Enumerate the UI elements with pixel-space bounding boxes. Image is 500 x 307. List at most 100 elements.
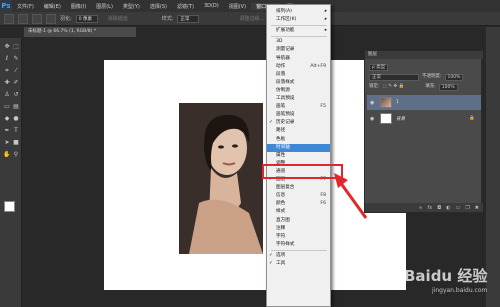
- subtract-selection-icon[interactable]: [46, 13, 56, 24]
- brush-tool-icon[interactable]: ✐: [12, 79, 20, 87]
- menu-item-window[interactable]: 排列(A) ▸: [267, 8, 330, 16]
- lock-icons[interactable]: ⬚ ✎ ✥ 🔒: [383, 83, 405, 91]
- hand-tool-icon[interactable]: ✋: [3, 151, 11, 159]
- menu-item-label: 工作区(K): [276, 17, 297, 23]
- menu-item[interactable]: 图层(L): [91, 3, 118, 10]
- lock-icon: 🔒: [469, 116, 475, 121]
- move-tool-icon[interactable]: ✥: [3, 43, 11, 51]
- link-layers-icon[interactable]: ∞: [418, 205, 422, 211]
- menu-item-window[interactable]: 信息 F8: [267, 192, 330, 200]
- new-layer-icon[interactable]: ❐: [465, 205, 469, 211]
- menu-item-window[interactable]: 历史记录 ✓: [267, 119, 330, 127]
- layers-panel-tab[interactable]: 图层: [365, 51, 483, 59]
- menu-item[interactable]: 类型(Y): [118, 3, 145, 10]
- foreground-color-swatch[interactable]: [4, 201, 15, 212]
- layers-panel: 图层 ρ 类型 正常 不透明度: 100% 锁定: ⬚ ✎ ✥ 🔒 填充: 10…: [364, 50, 483, 213]
- options-bar: 羽化: 0 像素 消除锯齿 样式: 正常 调整边缘...: [0, 12, 500, 26]
- submenu-arrow-icon: ▸: [324, 9, 327, 14]
- menu-item-window[interactable]: 段落: [267, 71, 330, 79]
- mask-icon[interactable]: ◘: [437, 205, 441, 211]
- group-icon[interactable]: ▭: [456, 205, 461, 211]
- blend-mode-select[interactable]: 正常: [369, 73, 419, 81]
- quick-select-icon[interactable]: ✎: [12, 55, 20, 63]
- menu-item-window[interactable]: 工具预设: [267, 95, 330, 103]
- check-icon: ✓: [269, 120, 273, 126]
- new-selection-icon[interactable]: [18, 13, 28, 24]
- path-select-icon[interactable]: ➤: [3, 139, 11, 147]
- menu-item-window[interactable]: 直方图: [267, 217, 330, 225]
- menu-item-window[interactable]: 扩展功能 ▸: [267, 27, 330, 35]
- blur-tool-icon[interactable]: ◆: [3, 115, 11, 123]
- menu-item-window[interactable]: 颜色 F6: [267, 200, 330, 208]
- menu-item[interactable]: 文件(F): [12, 3, 39, 10]
- shape-tool-icon[interactable]: ■: [12, 139, 20, 147]
- pen-tool-icon[interactable]: ✒: [3, 127, 11, 135]
- layer-kind-filter[interactable]: ρ 类型: [369, 63, 389, 71]
- feather-input[interactable]: 0 像素: [75, 14, 98, 23]
- layer-row[interactable]: ◉ 背景 🔒: [367, 111, 481, 126]
- marquee-preset-icon[interactable]: [4, 13, 14, 24]
- healing-brush-icon[interactable]: ✚: [3, 79, 11, 87]
- menu-item-window[interactable]: 测量记录: [267, 46, 330, 54]
- add-selection-icon[interactable]: [32, 13, 42, 24]
- menu-item-window[interactable]: 选项 ✓: [267, 252, 330, 260]
- check-icon: ✓: [269, 252, 273, 258]
- menu-item-window[interactable]: 段落样式: [267, 79, 330, 87]
- eyedropper-icon[interactable]: ⁄: [12, 67, 20, 75]
- menu-item[interactable]: 滤镜(T): [172, 3, 199, 10]
- visibility-eye-icon[interactable]: ◉: [370, 100, 376, 106]
- menu-item[interactable]: 视图(V): [224, 3, 251, 10]
- menu-item-window[interactable]: 仿制源: [267, 87, 330, 95]
- menu-item-window[interactable]: 导航器: [267, 55, 330, 63]
- antialias-checkbox[interactable]: 消除锯齿: [108, 15, 128, 22]
- baidu-watermark: Baidu 经验 jingyan.baidu.com: [380, 255, 498, 303]
- marquee-tool-icon[interactable]: ⬚: [12, 43, 20, 51]
- delete-layer-icon[interactable]: ✖: [475, 205, 479, 211]
- menu-item[interactable]: 图像(I): [66, 3, 91, 10]
- menu-item[interactable]: 编辑(E): [39, 3, 66, 10]
- menu-item-window[interactable]: 工作区(K) ▸: [267, 16, 330, 24]
- menu-item-window[interactable]: 属性: [267, 152, 330, 160]
- layer-row[interactable]: ◉ 1: [367, 95, 481, 110]
- menu-item-window[interactable]: 画笔 F5: [267, 103, 330, 111]
- menu-item-window[interactable]: 色板: [267, 136, 330, 144]
- menu-item-window[interactable]: 字符: [267, 233, 330, 241]
- toolbox: ✥ ⬚ ℓ ✎ ⌗ ⁄ ✚ ✐ ♙ ↺ ▭ ▤ ◆ ● ✒ T ➤ ■ ✋ ⚲: [0, 38, 22, 307]
- menu-item-label: 3D: [276, 39, 283, 45]
- dodge-tool-icon[interactable]: ●: [12, 115, 20, 123]
- gradient-icon[interactable]: ▤: [12, 103, 20, 111]
- menu-item-window[interactable]: 样式: [267, 208, 330, 216]
- fill-input[interactable]: 100%: [438, 83, 458, 91]
- visibility-eye-icon[interactable]: ◉: [370, 116, 376, 122]
- zoom-tool-icon[interactable]: ⚲: [12, 151, 20, 159]
- history-brush-icon[interactable]: ↺: [12, 91, 20, 99]
- menu-item-label: 历史记录: [276, 120, 295, 126]
- lasso-tool-icon[interactable]: ℓ: [3, 55, 11, 63]
- submenu-arrow-icon: ▸: [324, 17, 327, 23]
- fx-icon[interactable]: fx: [428, 205, 433, 211]
- adjustment-icon[interactable]: ◐: [446, 205, 450, 211]
- document-tab[interactable]: 未标题-1 @ 66.7% (1, RGB/8) *: [24, 27, 136, 37]
- menu-item-window[interactable]: 动作 Alt+F9: [267, 63, 330, 71]
- menu-item-window[interactable]: 画笔预设: [267, 111, 330, 119]
- menu-item[interactable]: 选择(S): [145, 3, 172, 10]
- style-select[interactable]: 正常: [177, 14, 200, 23]
- menu-item-label: 样式: [276, 209, 286, 215]
- menu-item-window[interactable]: 字符样式: [267, 241, 330, 249]
- refine-edge-button[interactable]: 调整边缘...: [239, 15, 264, 22]
- menu-item-window[interactable]: 注释: [267, 225, 330, 233]
- crop-tool-icon[interactable]: ⌗: [3, 67, 11, 75]
- menu-item-label: 选项: [276, 252, 286, 258]
- menu-item-window[interactable]: 3D: [267, 38, 330, 46]
- menu-item-window[interactable]: 工具 ✓: [267, 260, 330, 268]
- menu-item[interactable]: 3D(D): [199, 3, 224, 10]
- eraser-icon[interactable]: ▭: [3, 103, 11, 111]
- type-tool-icon[interactable]: T: [12, 127, 20, 135]
- opacity-input[interactable]: 100%: [444, 73, 464, 81]
- menu-item-label: 颜色: [276, 201, 286, 207]
- menu-item-window[interactable]: 路径: [267, 127, 330, 135]
- clone-stamp-icon[interactable]: ♙: [3, 91, 11, 99]
- photoshop-logo: Ps: [0, 0, 12, 12]
- menu-item-window[interactable]: 图层复合: [267, 184, 330, 192]
- menu-item-window[interactable]: 时间轴: [267, 143, 330, 152]
